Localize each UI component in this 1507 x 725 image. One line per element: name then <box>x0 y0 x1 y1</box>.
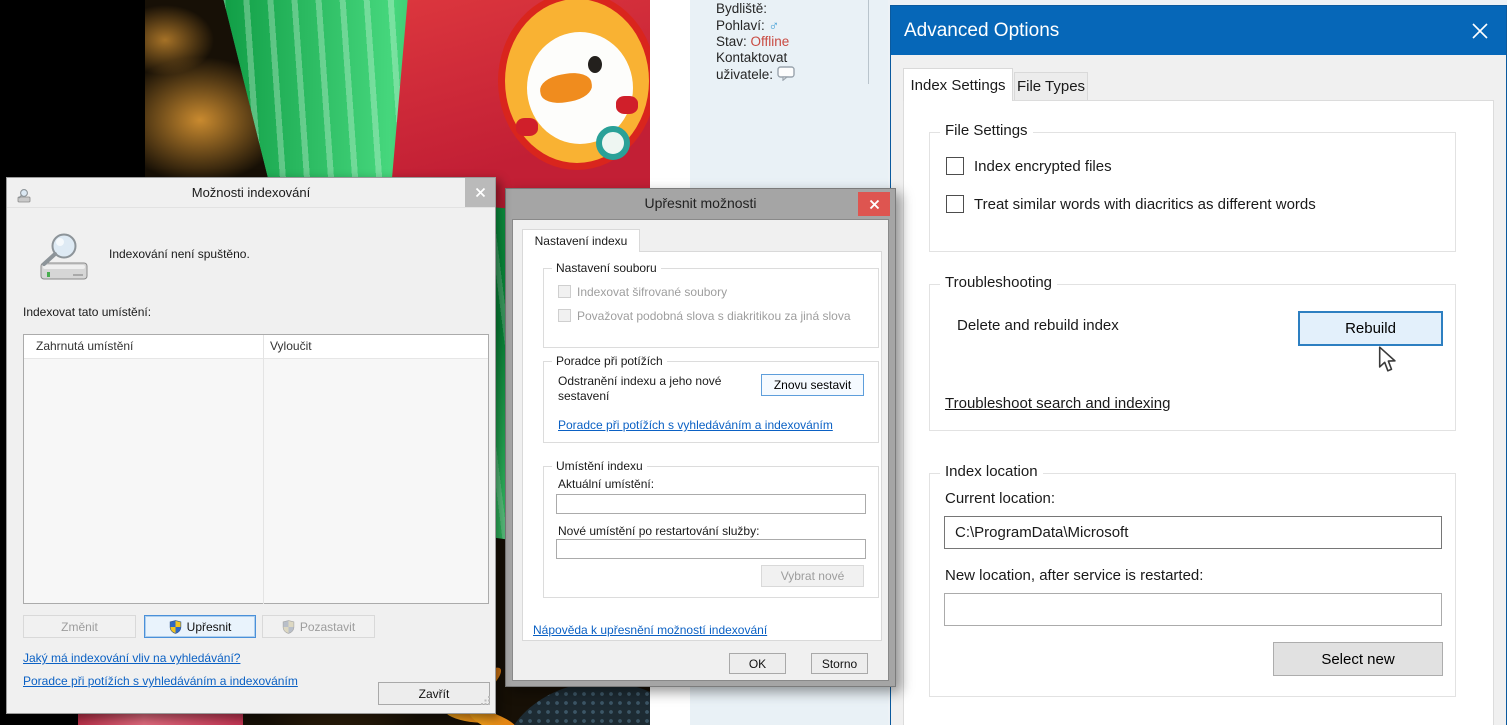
advanced-cz-title: Upřesnit možnosti <box>644 195 757 211</box>
rebuild-description: Odstranění indexu a jeho nové sestavení <box>558 374 722 403</box>
pause-button-label: Pozastavit <box>299 619 356 634</box>
troubleshoot-search-link[interactable]: Troubleshoot search and indexing <box>945 395 1170 412</box>
cartoon-bow <box>616 96 638 114</box>
chat-bubble-icon[interactable] <box>777 66 796 85</box>
advanced-options-dialog: Advanced Options Index Settings File Typ… <box>890 5 1507 725</box>
locations-list-header: Zahrnutá umístění Vyloučit <box>24 335 488 359</box>
mouse-cursor <box>1377 346 1397 379</box>
cartoon-swirl <box>596 126 630 160</box>
current-location-cz-field[interactable] <box>556 494 866 514</box>
file-settings-group: File Settings Index encrypted files Trea… <box>929 122 1456 252</box>
advanced-button[interactable]: Upřesnit <box>144 615 256 638</box>
current-location-label: Current location: <box>945 490 1056 507</box>
index-location-group-label: Index location <box>940 463 1043 480</box>
indexing-status-text: Indexování není spuštěno. <box>109 247 250 261</box>
index-location-group: Index location Current location: New loc… <box>929 463 1456 697</box>
file-settings-cz-group: Nastavení souboru Indexovat šifrované so… <box>543 261 879 348</box>
file-settings-group-label: File Settings <box>940 122 1033 139</box>
rebuild-button[interactable]: Rebuild <box>1298 311 1443 346</box>
status-label: Stav: <box>716 34 747 49</box>
troubleshooting-cz-label: Poradce při potížích <box>552 354 667 368</box>
advanced-cz-body: Nastavení indexu Nastavení souboru Index… <box>512 219 889 681</box>
locations-label: Indexovat tato umístění: <box>23 305 152 319</box>
status-row: Stav: Offline <box>716 34 796 50</box>
index-settings-tab-panel: File Settings Index encrypted files Trea… <box>903 100 1494 725</box>
column-included-locations[interactable]: Zahrnutá umístění <box>36 339 133 353</box>
diacritics-label: Treat similar words with diacritics as d… <box>974 196 1316 213</box>
gender-label: Pohlaví: <box>716 18 765 33</box>
indexing-options-dialog: Možnosti indexování Indexování není spuš… <box>6 177 496 714</box>
new-location-cz-label: Nové umístění po restartování služby: <box>558 524 760 538</box>
advanced-options-cz-dialog: Upřesnit možnosti Nastavení indexu Nasta… <box>505 188 896 687</box>
residence-label: Bydliště: <box>716 1 768 16</box>
close-icon[interactable] <box>858 192 890 216</box>
index-encrypted-files-checkbox[interactable] <box>946 157 964 175</box>
select-new-button[interactable]: Select new <box>1273 642 1443 676</box>
encrypted-files-cz-label: Indexovat šifrované soubory <box>577 285 728 299</box>
resize-grip[interactable] <box>481 692 491 710</box>
advanced-button-label: Upřesnit <box>186 619 232 634</box>
change-button: Změnit <box>23 615 136 638</box>
diacritics-cz-checkbox <box>558 309 571 322</box>
index-encrypted-files-label: Index encrypted files <box>974 158 1112 175</box>
new-location-cz-field[interactable] <box>556 539 866 559</box>
column-divider <box>263 335 264 604</box>
tab-index-settings-cz[interactable]: Nastavení indexu <box>522 229 640 252</box>
indexing-drive-icon <box>35 233 93 288</box>
close-dialog-button[interactable]: Zavřít <box>378 682 490 705</box>
pause-button: Pozastavit <box>262 615 375 638</box>
troubleshooting-cz-group: Poradce při potížích Odstranění indexu a… <box>543 354 879 443</box>
current-location-field[interactable] <box>944 516 1442 549</box>
current-location-cz-label: Aktuální umístění: <box>558 477 655 491</box>
troubleshoot-cz-link[interactable]: Poradce při potížích s vyhledáváním a in… <box>558 418 833 432</box>
new-location-label: New location, after service is restarted… <box>945 567 1204 584</box>
encrypted-files-cz-checkbox <box>558 285 571 298</box>
gender-row: Pohlaví: ♂ <box>716 17 796 34</box>
status-badge: Offline <box>750 34 790 49</box>
troubleshooting-group-label: Troubleshooting <box>940 274 1058 291</box>
advanced-options-titlebar: Advanced Options <box>891 6 1506 55</box>
index-location-cz-label: Umístění indexu <box>552 459 647 473</box>
male-icon: ♂ <box>768 17 780 33</box>
contact-label-line1: Kontaktovat <box>716 50 788 65</box>
rebuild-cz-button[interactable]: Znovu sestavit <box>761 374 864 396</box>
tab-file-types[interactable]: File Types <box>1014 72 1088 101</box>
column-exclude[interactable]: Vyloučit <box>270 339 312 353</box>
diacritics-cz-label: Považovat podobná slova s diakritikou za… <box>577 309 851 323</box>
advanced-options-title: Advanced Options <box>904 20 1060 41</box>
uac-shield-icon <box>169 619 182 634</box>
close-icon[interactable] <box>465 178 495 207</box>
indexing-options-title: Možnosti indexování <box>191 185 311 200</box>
cancel-button[interactable]: Storno <box>811 653 868 674</box>
select-new-cz-button: Vybrat nové <box>761 565 864 587</box>
indexing-options-titlebar: Možnosti indexování <box>7 178 495 208</box>
cartoon-bow <box>516 118 538 136</box>
index-settings-cz-panel: Nastavení souboru Indexovat šifrované so… <box>522 251 882 641</box>
new-location-field[interactable] <box>944 593 1442 626</box>
contact-row: uživatele: <box>716 66 796 85</box>
locations-list[interactable]: Zahrnutá umístění Vyloučit <box>23 334 489 604</box>
delete-rebuild-label: Delete and rebuild index <box>957 317 1119 334</box>
help-link[interactable]: Nápověda k upřesnění možností indexování <box>533 623 767 637</box>
uac-shield-icon-disabled <box>282 619 295 634</box>
panel-divider <box>868 0 869 84</box>
troubleshoot-indexing-link[interactable]: Poradce při potížích s vyhledáváním a in… <box>23 674 298 688</box>
close-icon[interactable] <box>1468 19 1492 43</box>
index-location-cz-group: Umístění indexu Aktuální umístění: Nové … <box>543 459 879 598</box>
screen: Bydliště: Pohlaví: ♂ Stav: Offline Konta… <box>0 0 1507 725</box>
diacritics-checkbox[interactable] <box>946 195 964 213</box>
ok-button[interactable]: OK <box>729 653 786 674</box>
advanced-cz-titlebar: Upřesnit možnosti <box>506 189 895 219</box>
contact-label-line2: uživatele: <box>716 67 774 82</box>
how-indexing-affects-search-link[interactable]: Jaký má indexování vliv na vyhledávání? <box>23 651 240 665</box>
file-settings-cz-label: Nastavení souboru <box>552 261 661 275</box>
indexing-options-icon <box>16 185 32 214</box>
cartoon-eye <box>588 56 602 73</box>
tab-index-settings[interactable]: Index Settings <box>903 68 1013 101</box>
